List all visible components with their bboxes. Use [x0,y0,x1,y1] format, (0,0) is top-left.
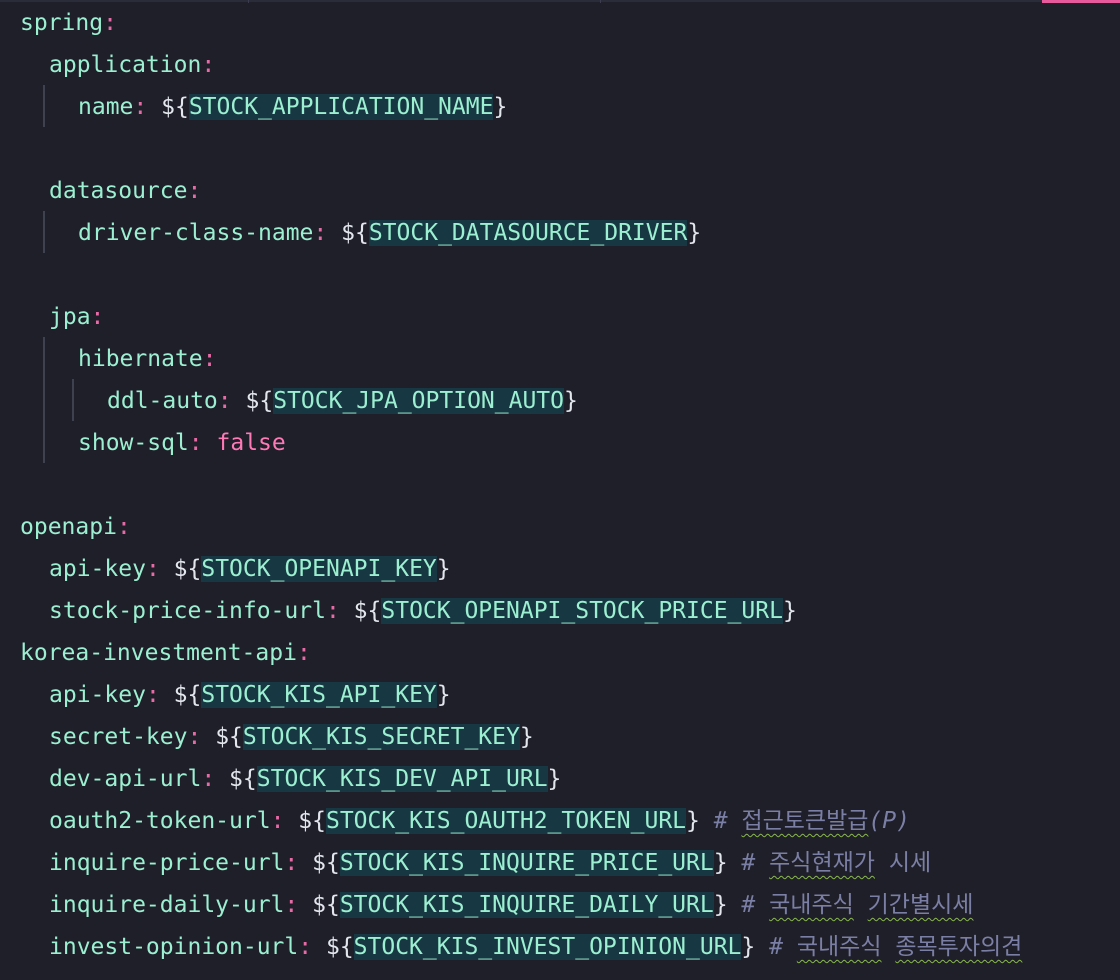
yaml-key: api-key [49,556,146,582]
yaml-key: stock-price-info-url [49,598,326,624]
code-line: ddl-auto: ${STOCK_JPA_OPTION_AUTO} [107,388,578,414]
yaml-key: korea-investment-api [20,640,297,666]
code-editor[interactable]: spring: application: name: ${STOCK_APPLI… [0,2,1120,980]
code-line: oauth2-token-url: ${STOCK_KIS_OAUTH2_TOK… [49,808,910,834]
yaml-key: application [49,52,202,78]
env-variable: STOCK_KIS_DEV_API_URL [256,766,548,792]
yaml-key: secret-key [49,724,188,750]
yaml-key: show-sql [78,430,189,456]
yaml-key: oauth2-token-url [49,808,271,834]
code-line: openapi: [20,514,131,540]
code-line: application: [49,52,216,78]
code-line: show-sql: false [78,430,286,456]
env-variable: STOCK_DATASOURCE_DRIVER [368,220,688,246]
yaml-key: inquire-price-url [49,850,285,876]
indent-guide [43,85,45,127]
env-variable: STOCK_JPA_OPTION_AUTO [273,388,564,414]
yaml-key: datasource [49,178,188,204]
env-variable: STOCK_KIS_INQUIRE_PRICE_URL [339,850,714,876]
code-line: jpa: [49,304,105,330]
env-variable: STOCK_OPENAPI_KEY [201,556,437,582]
code-comment: # 국내주식 기간별시세 [741,892,974,918]
code-line: name: ${STOCK_APPLICATION_NAME} [78,94,508,120]
yaml-key: dev-api-url [49,766,202,792]
code-line: driver-class-name: ${STOCK_DATASOURCE_DR… [78,220,702,246]
env-variable: STOCK_KIS_OAUTH2_TOKEN_URL [325,808,687,834]
yaml-key: inquire-daily-url [49,892,285,918]
env-variable: STOCK_KIS_INQUIRE_DAILY_URL [339,892,714,918]
boolean-value: false [216,430,286,456]
env-variable: STOCK_KIS_SECRET_KEY [242,724,520,750]
code-comment: # 주식현재가 시세 [741,850,932,876]
code-comment: # 접근토큰발급(P) [713,808,910,834]
code-line: hibernate: [78,346,217,372]
env-variable: STOCK_APPLICATION_NAME [188,94,494,120]
env-variable: STOCK_KIS_API_KEY [201,682,437,708]
yaml-key: driver-class-name [78,220,314,246]
code-line: secret-key: ${STOCK_KIS_SECRET_KEY} [49,724,534,750]
yaml-key: api-key [49,682,146,708]
yaml-key: hibernate [78,346,203,372]
yaml-key: openapi [20,514,117,540]
code-line: korea-investment-api: [20,640,311,666]
indent-guide [43,211,45,253]
code-line: dev-api-url: ${STOCK_KIS_DEV_API_URL} [49,766,562,792]
env-variable: STOCK_OPENAPI_STOCK_PRICE_URL [381,598,783,624]
yaml-key: jpa [49,304,91,330]
yaml-key: invest-opinion-url [49,934,299,960]
code-line: api-key: ${STOCK_KIS_API_KEY} [49,682,451,708]
env-variable: STOCK_KIS_INVEST_OPINION_URL [353,934,742,960]
code-line: datasource: [49,178,202,204]
code-line: spring: [20,10,117,36]
yaml-key: spring [20,10,104,36]
yaml-key: name [78,94,134,120]
code-comment: # 국내주식 종목투자의견 [769,934,1023,960]
code-line: inquire-daily-url: ${STOCK_KIS_INQUIRE_D… [49,892,974,918]
code-line: api-key: ${STOCK_OPENAPI_KEY} [49,556,451,582]
indent-guide [72,379,74,421]
indent-guide [43,337,45,463]
code-line: stock-price-info-url: ${STOCK_OPENAPI_ST… [49,598,797,624]
yaml-key: ddl-auto [107,388,218,414]
code-line: invest-opinion-url: ${STOCK_KIS_INVEST_O… [49,934,1023,960]
code-line: inquire-price-url: ${STOCK_KIS_INQUIRE_P… [49,850,932,876]
